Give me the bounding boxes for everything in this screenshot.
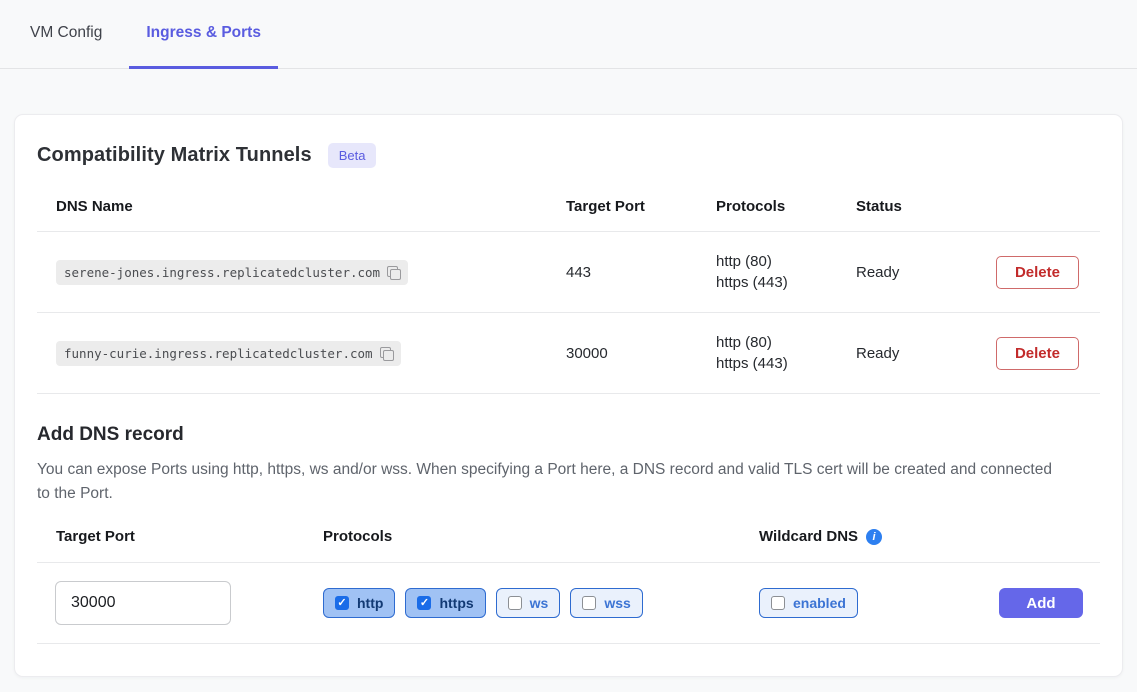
wildcard-enabled-checkbox[interactable]: enabled <box>759 588 858 618</box>
checkbox-unchecked-icon <box>508 596 522 610</box>
table-row: serene-jones.ingress.replicatedcluster.c… <box>37 232 1100 313</box>
protocols-cell: http (80) https (443) <box>697 251 837 293</box>
column-header-protocols: Protocols <box>697 198 837 215</box>
protocol-line: http (80) <box>716 332 837 353</box>
checkbox-unchecked-icon <box>771 596 785 610</box>
checkbox-checked-icon: ✓ <box>335 596 349 610</box>
delete-button[interactable]: Delete <box>996 337 1079 370</box>
status-cell: Ready <box>837 264 962 281</box>
column-header-dns-name: DNS Name <box>37 198 547 215</box>
protocol-checkbox-label: ws <box>530 595 549 611</box>
dns-name-cell: serene-jones.ingress.replicatedcluster.c… <box>37 260 547 285</box>
dns-name-text: funny-curie.ingress.replicatedcluster.co… <box>64 346 373 361</box>
column-header-status: Status <box>837 198 962 215</box>
info-icon[interactable]: i <box>866 529 882 545</box>
form-header-row: Target Port Protocols Wildcard DNS i <box>37 516 1100 563</box>
table-row: funny-curie.ingress.replicatedcluster.co… <box>37 313 1100 394</box>
target-port-field-cell <box>37 581 323 625</box>
delete-button[interactable]: Delete <box>996 256 1079 289</box>
protocol-checkbox-ws[interactable]: ws <box>496 588 561 618</box>
protocol-checkbox-label: https <box>439 595 473 611</box>
tab-bar: VM Config Ingress & Ports <box>0 0 1137 69</box>
target-port-input[interactable] <box>55 581 231 625</box>
checkbox-unchecked-icon <box>582 596 596 610</box>
protocol-line: http (80) <box>716 251 837 272</box>
protocol-checkbox-https[interactable]: ✓ https <box>405 588 485 618</box>
status-cell: Ready <box>837 345 962 362</box>
wildcard-dns-label: Wildcard DNS <box>759 528 858 545</box>
protocol-checkbox-label: wss <box>604 595 630 611</box>
beta-badge: Beta <box>328 143 377 168</box>
table-header-row: DNS Name Target Port Protocols Status <box>37 180 1100 232</box>
form-header-protocols: Protocols <box>323 528 759 545</box>
column-header-target-port: Target Port <box>547 198 697 215</box>
form-header-target-port: Target Port <box>37 528 323 545</box>
card-header: Compatibility Matrix Tunnels Beta <box>37 140 1100 170</box>
dns-name-text: serene-jones.ingress.replicatedcluster.c… <box>64 265 380 280</box>
form-header-wildcard-dns: Wildcard DNS i <box>759 528 999 545</box>
tab-ingress-ports[interactable]: Ingress & Ports <box>129 0 278 69</box>
protocol-checkbox-http[interactable]: ✓ http <box>323 588 395 618</box>
tab-vm-config[interactable]: VM Config <box>13 0 119 69</box>
tunnels-card: Compatibility Matrix Tunnels Beta DNS Na… <box>14 114 1123 677</box>
dns-name-pill: serene-jones.ingress.replicatedcluster.c… <box>56 260 408 285</box>
wildcard-checkbox-label: enabled <box>793 595 846 611</box>
add-dns-record-title: Add DNS record <box>37 424 1100 446</box>
protocols-cell: http (80) https (443) <box>697 332 837 374</box>
protocol-line: https (443) <box>716 353 837 374</box>
add-button[interactable]: Add <box>999 588 1083 618</box>
copy-icon[interactable] <box>387 266 400 279</box>
wildcard-dns-cell: enabled <box>759 588 999 618</box>
dns-name-cell: funny-curie.ingress.replicatedcluster.co… <box>37 341 547 366</box>
checkbox-checked-icon: ✓ <box>417 596 431 610</box>
page-title: Compatibility Matrix Tunnels <box>37 144 312 167</box>
protocol-checkbox-label: http <box>357 595 383 611</box>
dns-name-pill: funny-curie.ingress.replicatedcluster.co… <box>56 341 401 366</box>
protocol-checkbox-wss[interactable]: wss <box>570 588 642 618</box>
form-row: ✓ http ✓ https ws wss enabled Add <box>37 563 1100 644</box>
add-dns-record-description: You can expose Ports using http, https, … <box>37 458 1057 506</box>
protocol-checkbox-group: ✓ http ✓ https ws wss <box>323 588 759 618</box>
copy-icon[interactable] <box>380 347 393 360</box>
target-port-cell: 443 <box>547 264 697 281</box>
protocol-line: https (443) <box>716 272 837 293</box>
target-port-cell: 30000 <box>547 345 697 362</box>
add-button-cell: Add <box>999 588 1104 618</box>
